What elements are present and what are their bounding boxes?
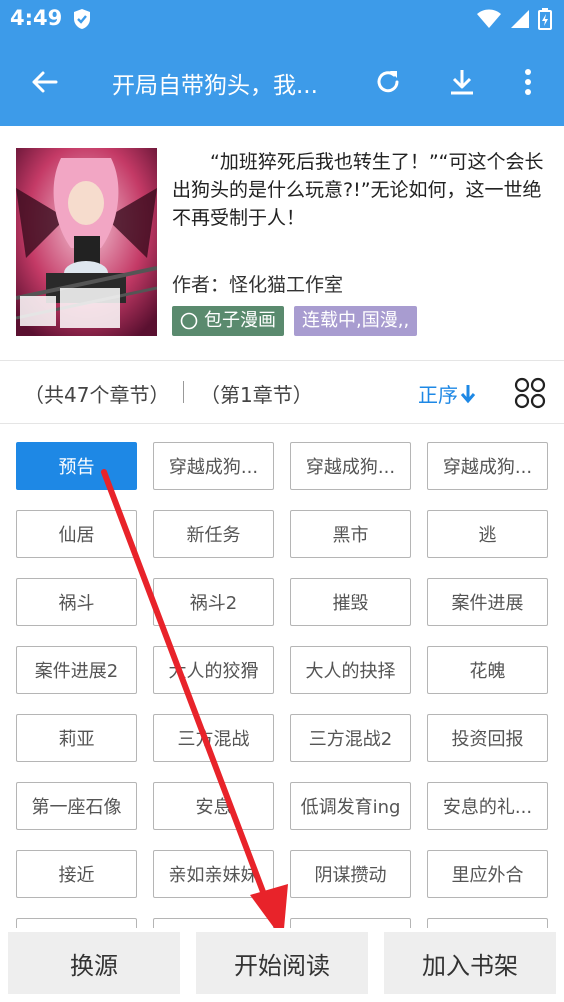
chapter-item[interactable]: 穿越成狗...: [427, 442, 548, 490]
grid-view-icon: [514, 377, 546, 409]
chapter-item[interactable]: 低调发育ing: [290, 782, 411, 830]
more-options-button[interactable]: [512, 62, 544, 102]
chapter-item[interactable]: 案件进展: [427, 578, 548, 626]
chapter-item[interactable]: [427, 918, 548, 928]
bottom-bar: 换源 开始阅读 加入书架: [0, 928, 564, 1002]
chapter-item[interactable]: 第一座石像: [16, 782, 137, 830]
chapter-item[interactable]: 安息的礼...: [427, 782, 548, 830]
chapter-grid: 预告 穿越成狗... 穿越成狗... 穿越成狗... 仙居 新任务 黑市逃祸斗 祸斗2 摧毁 案件…: [16, 442, 556, 928]
book-info: “加班猝死后我也转生了！”“可这个会长出狗头的是什么玩意?!”无论如何，这一世绝…: [0, 126, 564, 360]
chapter-item[interactable]: 花魄: [427, 646, 548, 694]
divider: [0, 423, 564, 424]
chapter-item[interactable]: 摧毁: [290, 578, 411, 626]
chapter-item[interactable]: 投资回报: [427, 714, 548, 762]
current-chapter[interactable]: （第1章节）: [200, 379, 313, 408]
status-icons: [476, 8, 552, 30]
status-time: 4:49: [10, 6, 63, 30]
chapter-item[interactable]: 祸斗: [16, 578, 137, 626]
more-vertical-icon: [525, 69, 531, 95]
chapter-item[interactable]: 阴谋攒动: [290, 850, 411, 898]
signal-icon: [511, 10, 529, 28]
download-button[interactable]: [442, 62, 482, 102]
start-reading-button[interactable]: 开始阅读: [196, 932, 368, 994]
chapter-item[interactable]: [16, 918, 137, 928]
chapter-item[interactable]: 接近: [16, 850, 137, 898]
chapter-bar: （共47个章节） （第1章节） 正序: [0, 361, 564, 423]
chapter-item[interactable]: 案件进展2: [16, 646, 137, 694]
chapter-item[interactable]: 预告: [16, 442, 137, 490]
sort-order-button[interactable]: 正序: [418, 379, 476, 408]
chapter-item[interactable]: 仙居: [16, 510, 137, 558]
wifi-icon: [477, 9, 501, 28]
shield-check-icon: [74, 9, 90, 29]
download-icon: [451, 70, 473, 95]
sort-label: 正序: [418, 383, 458, 407]
chapter-item[interactable]: 亲如亲妹妹: [153, 850, 274, 898]
status-tag: 连载中,国漫,,: [294, 306, 418, 336]
grid-view-button[interactable]: [514, 377, 546, 409]
book-author: 作者：怪化猫工作室: [172, 274, 344, 296]
circle-icon: [180, 312, 198, 330]
cover-illustration: [16, 148, 157, 336]
refresh-button[interactable]: [368, 62, 408, 102]
chapter-item[interactable]: 新任务: [153, 510, 274, 558]
source-tag[interactable]: 包子漫画: [172, 306, 284, 336]
chapter-item[interactable]: 逃: [427, 510, 548, 558]
add-to-shelf-button[interactable]: 加入书架: [384, 932, 556, 994]
chapter-item[interactable]: 穿越成狗...: [290, 442, 411, 490]
refresh-icon: [377, 71, 399, 93]
book-cover[interactable]: [16, 148, 157, 336]
chapter-item[interactable]: 穿越成狗...: [153, 442, 274, 490]
chapter-item[interactable]: 黑市: [290, 510, 411, 558]
chapter-item[interactable]: 祸斗2: [153, 578, 274, 626]
chapter-item[interactable]: 三方混战: [153, 714, 274, 762]
separator: [183, 381, 184, 403]
back-button[interactable]: [24, 62, 64, 102]
chapter-item[interactable]: 安息: [153, 782, 274, 830]
chapter-total: （共47个章节）: [24, 383, 170, 407]
arrow-left-icon: [32, 71, 58, 93]
chapter-item[interactable]: [290, 918, 411, 928]
chapter-item[interactable]: 大人的抉择: [290, 646, 411, 694]
chapter-item[interactable]: 莉亚: [16, 714, 137, 762]
chapter-item[interactable]: [153, 918, 274, 928]
chapter-item[interactable]: 里应外合: [427, 850, 548, 898]
source-tag-label: 包子漫画: [204, 310, 276, 331]
chapter-item[interactable]: 三方混战2: [290, 714, 411, 762]
book-description: “加班猝死后我也转生了！”“可这个会长出狗头的是什么玩意?!”无论如何，这一世绝…: [172, 151, 544, 229]
chapter-item[interactable]: 大人的狡猾: [153, 646, 274, 694]
change-source-button[interactable]: 换源: [8, 932, 180, 994]
app-bar: 开局自带狗头，我...: [0, 38, 564, 126]
page-title: 开局自带狗头，我...: [112, 73, 318, 99]
arrow-down-icon: [460, 384, 476, 403]
status-bar: 4:49: [0, 0, 564, 38]
battery-icon: [538, 8, 552, 30]
